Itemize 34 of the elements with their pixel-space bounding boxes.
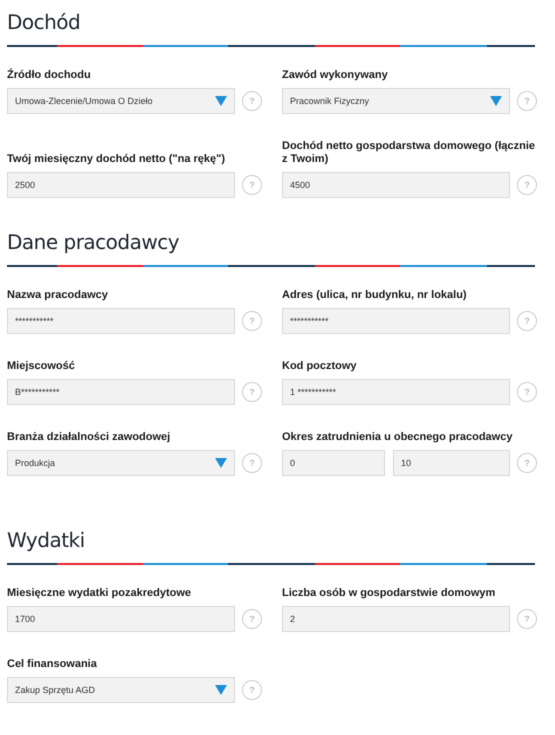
- input-field[interactable]: 4500: [282, 172, 510, 198]
- input-field[interactable]: ***********: [282, 308, 510, 334]
- field-label: Liczba osób w gospodarstwie domowym: [282, 587, 496, 600]
- field-label: Zawód wykonywany: [282, 69, 389, 82]
- field-label: Adres (ulica, nr budynku, nr lokalu): [282, 289, 468, 302]
- section-heading: Dochód: [7, 9, 82, 36]
- field-label: Dochód netto gospodarstwa domowego (łącznie z Twoim): [282, 140, 536, 166]
- caret-icon: [215, 96, 227, 106]
- input-field[interactable]: 10: [393, 450, 510, 476]
- input-field[interactable]: 2: [282, 606, 510, 632]
- input-field[interactable]: 1 ***********: [282, 379, 510, 405]
- input-field[interactable]: 1700: [7, 606, 235, 632]
- field-label: Okres zatrudnienia u obecnego pracodawcy: [282, 431, 514, 444]
- section-heading: Wydatki: [7, 527, 86, 554]
- field-label: Miejscowość: [7, 360, 76, 373]
- field-label: Branża działalności zawodowej: [7, 431, 172, 444]
- field-label: Kod pocztowy: [282, 360, 358, 373]
- field-label: Miesięczne wydatki pozakredytowe: [7, 587, 192, 600]
- caret-icon: [215, 458, 227, 468]
- input-field[interactable]: 2500: [7, 172, 235, 198]
- input-field[interactable]: ***********: [7, 308, 235, 334]
- field-label: Źródło dochodu: [7, 69, 92, 82]
- input-field[interactable]: 0: [282, 450, 385, 476]
- dropdown[interactable]: Produkcja: [7, 450, 235, 476]
- input-field[interactable]: B***********: [7, 379, 235, 405]
- section-heading: Dane pracodawcy: [7, 229, 180, 256]
- field-label: Twój miesięczny dochód netto ("na rękę"): [7, 153, 226, 166]
- dropdown[interactable]: Pracownik Fizyczny: [282, 88, 510, 114]
- caret-icon: [490, 96, 502, 106]
- dropdown[interactable]: Zakup Sprzętu AGD: [7, 677, 235, 703]
- field-label: Nazwa pracodawcy: [7, 289, 109, 302]
- field-label: Cel finansowania: [7, 658, 98, 671]
- caret-icon: [215, 685, 227, 695]
- dropdown[interactable]: Umowa-Zlecenie/Umowa O Dzieło: [7, 88, 235, 114]
